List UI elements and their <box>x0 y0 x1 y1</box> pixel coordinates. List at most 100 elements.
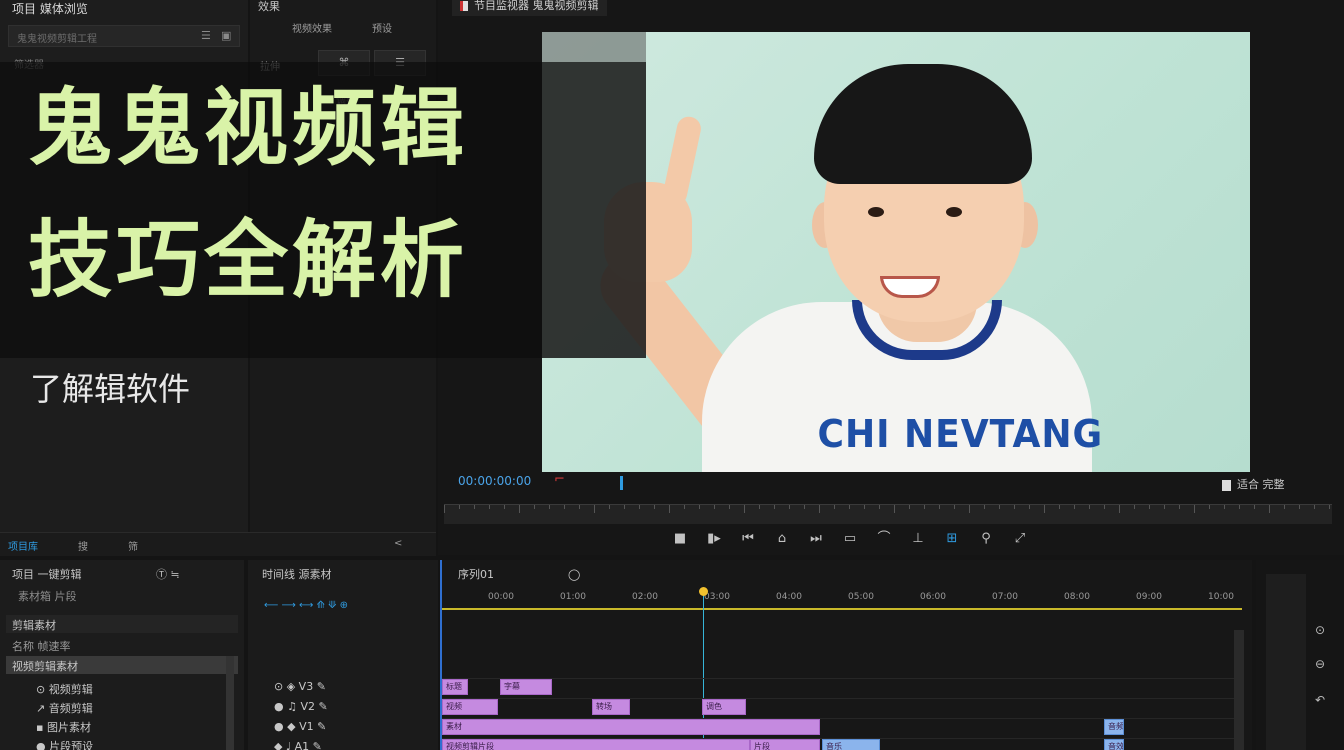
right-eye <box>946 207 962 217</box>
list-item[interactable]: ↗ 音频剪辑 <box>36 700 93 716</box>
project-panel-title[interactable]: 项目 媒体浏览 <box>12 0 88 17</box>
list-scrollbar[interactable] <box>226 656 234 750</box>
program-monitor-tab[interactable]: 节目监视器 鬼鬼视频剪辑 <box>452 0 607 16</box>
mark-in-button[interactable]: ■ <box>668 528 692 550</box>
ruler-tick <box>624 505 625 509</box>
bottom-project-header[interactable]: 项目 一键剪辑 <box>12 566 82 582</box>
tool-icons[interactable]: ⟵ ⟶ ⟷ ⟰ ⟱ ⊕ <box>264 600 348 611</box>
timeline-ruler-label: 02:00 <box>632 592 658 602</box>
ruler-tick <box>864 505 865 509</box>
timeline-clip[interactable]: 视频 <box>442 699 498 715</box>
overwrite-button[interactable]: ⌒ <box>872 528 896 550</box>
effects-header[interactable]: 效果 <box>258 0 280 14</box>
lift-button[interactable]: ⊥ <box>906 528 930 550</box>
toolbar-filter-button[interactable]: 筛 <box>128 538 138 553</box>
timecode-display[interactable]: 00:00:00:00 <box>458 474 531 488</box>
ruler-tick <box>1284 505 1285 509</box>
ruler-tick <box>684 505 685 509</box>
mark-out-button[interactable]: ▮▸ <box>702 528 726 550</box>
timeline-clip[interactable]: 音效 <box>1104 739 1124 750</box>
ruler-tick <box>999 505 1000 509</box>
panel-toolbar-tab[interactable]: 项目库 <box>8 538 38 553</box>
timeline-clip[interactable]: 字幕 <box>500 679 552 695</box>
ruler-tick <box>594 505 595 513</box>
selected-item-label: 视频剪辑素材 <box>12 660 78 673</box>
ruler-tick <box>924 505 925 509</box>
insert-button[interactable]: ▭ <box>838 528 862 550</box>
ruler-tick <box>1044 505 1045 513</box>
fit-label: 适合 完整 <box>1237 478 1285 491</box>
timeline-clip[interactable]: 调色 <box>702 699 746 715</box>
ruler-tick <box>1329 505 1330 509</box>
video-effects-tab[interactable]: 视频效果 <box>292 20 332 35</box>
selected-list-item[interactable]: 视频剪辑素材 <box>6 656 238 674</box>
settings-button[interactable]: ⤢ <box>1008 528 1032 550</box>
timeline-clip[interactable]: 转场 <box>592 699 630 715</box>
extract-button[interactable]: ⊞ <box>940 528 964 550</box>
track-v3[interactable]: ⊙ ◈ V3 ✎ <box>274 680 326 693</box>
ruler-tick <box>1074 505 1075 509</box>
monitor-scrub-bar[interactable] <box>444 504 1332 524</box>
step-forward-button[interactable]: ⏭ <box>804 528 828 550</box>
collapse-icon[interactable]: < <box>394 538 402 549</box>
project-search-input[interactable]: 鬼鬼视频剪辑工程 ☰ ▣ <box>8 25 240 47</box>
timeline-clip[interactable]: 片段 <box>750 739 820 750</box>
list-view-icon[interactable]: ☰ <box>201 29 211 42</box>
ruler-tick <box>939 505 940 509</box>
timeline-clip[interactable]: 标题 <box>442 679 468 695</box>
play-button[interactable]: ⌂ <box>770 528 794 550</box>
timeline-clip[interactable]: 视频剪辑片段 <box>442 739 750 750</box>
undo-icon[interactable]: ↶ <box>1310 690 1330 710</box>
playhead-handle[interactable] <box>699 587 708 596</box>
list-item[interactable]: ● 片段预设 <box>36 738 93 750</box>
timeline-settings-icon[interactable]: ◯ <box>568 568 580 581</box>
timeline-track-v2: 视频 转场 调色 <box>442 698 1242 716</box>
subtitle: 了解辑软件 <box>30 370 191 408</box>
timeline-clip[interactable]: 音频 <box>1104 719 1124 735</box>
bin-row[interactable]: 剪辑素材 <box>6 615 238 633</box>
timeline-track-a1: 视频剪辑片段 片段 音乐 音效 <box>442 738 1242 750</box>
ruler-tick <box>1269 505 1270 513</box>
track-v2[interactable]: ● ♫ V2 ✎ <box>274 700 328 713</box>
timeline-ruler-label: 05:00 <box>848 592 874 602</box>
panel-toolbar: 项目库 搜 筛 < <box>0 532 436 556</box>
work-area-bar[interactable] <box>442 608 1242 610</box>
sequence-name[interactable]: 序列01 <box>458 566 494 582</box>
fit-icon <box>1222 479 1231 491</box>
ruler-tick <box>579 505 580 509</box>
export-frame-button[interactable]: ⚲ <box>974 528 998 550</box>
ruler-tick <box>654 505 655 509</box>
track-panel-header[interactable]: 时间线 源素材 <box>262 566 332 582</box>
title-line-2: 技巧全解析 <box>28 211 469 309</box>
marker-icon[interactable]: ⌐ <box>554 472 565 487</box>
track-v1[interactable]: ● ◆ V1 ✎ <box>274 720 326 733</box>
track-a1[interactable]: ◆ ♩ A1 ✎ <box>274 740 322 750</box>
video-frame[interactable]: CHI NEVTANG <box>542 32 1250 472</box>
timeline-ruler-label: 01:00 <box>560 592 586 602</box>
playhead-indicator[interactable] <box>620 476 623 490</box>
fit-icon[interactable]: ⊖ <box>1310 654 1330 674</box>
list-item[interactable]: ⊙ 视频剪辑 <box>36 681 93 697</box>
bin-sub-label: 素材箱 片段 <box>18 590 77 603</box>
zoom-icon[interactable]: ⊙ <box>1310 620 1330 640</box>
search-placeholder: 鬼鬼视频剪辑工程 <box>17 34 97 45</box>
list-item[interactable]: ▪ 图片素材 <box>36 719 91 735</box>
timeline-ruler-label: 04:00 <box>776 592 802 602</box>
ruler-tick <box>1179 505 1180 509</box>
timeline-clip[interactable]: 音乐 <box>822 739 880 750</box>
ruler-tick <box>459 505 460 509</box>
ruler-tick <box>609 505 610 509</box>
ruler-tick <box>564 505 565 509</box>
timeline-clip[interactable]: 素材 <box>442 719 820 735</box>
timeline-ruler-label: 08:00 <box>1064 592 1090 602</box>
bin-label: 剪辑素材 <box>12 619 56 632</box>
presets-tab[interactable]: 预设 <box>372 20 392 35</box>
panel-menu-icon[interactable]: Ⓣ ≒ <box>156 566 180 582</box>
timeline-scrollbar[interactable] <box>1234 630 1244 750</box>
step-back-button[interactable]: ⏮ <box>736 528 760 550</box>
ruler-tick <box>444 505 445 513</box>
toolbar-search-button[interactable]: 搜 <box>78 538 88 553</box>
ruler-tick <box>1059 505 1060 509</box>
fit-dropdown[interactable]: 适合 完整 <box>1222 476 1285 492</box>
new-bin-icon[interactable]: ▣ <box>221 29 231 42</box>
